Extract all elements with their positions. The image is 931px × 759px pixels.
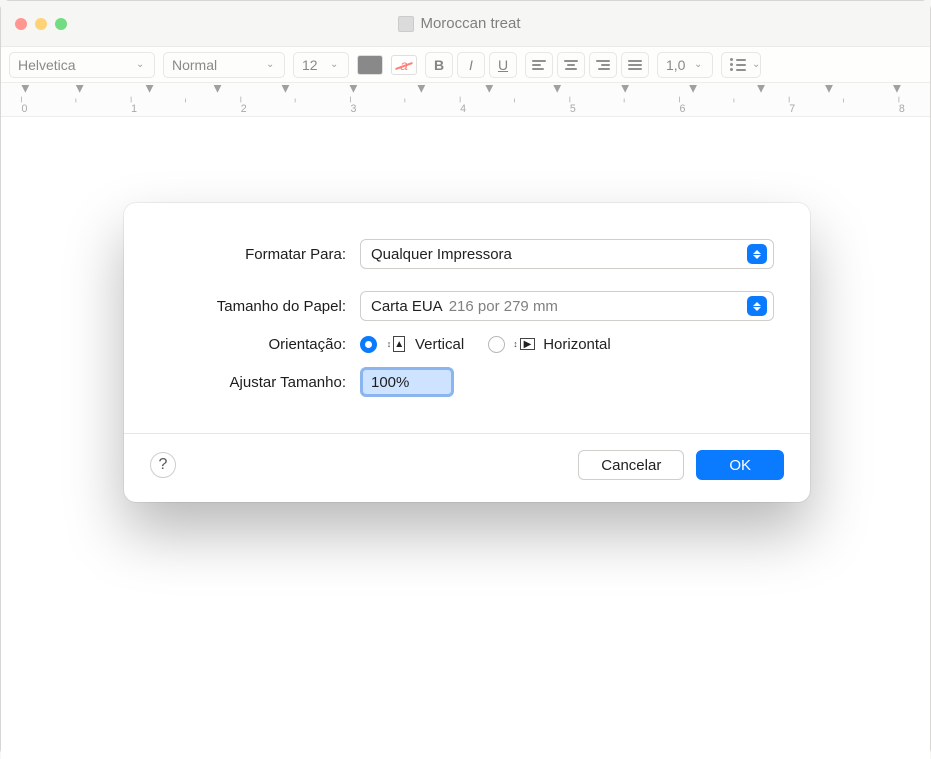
orientation-portrait-radio[interactable]: ↕▲ Vertical xyxy=(360,335,464,353)
horizontal-ruler[interactable]: 0 1 2 3 4 5 6 7 8 xyxy=(1,83,930,117)
chevron-updown-icon: ⌄ xyxy=(330,59,340,70)
svg-text:7: 7 xyxy=(789,103,795,115)
help-icon: ? xyxy=(159,456,168,474)
paper-size-label: Tamanho do Papel: xyxy=(160,298,360,315)
font-style-select[interactable]: Normal ⌄ xyxy=(163,52,285,78)
document-icon xyxy=(398,16,414,32)
alignment-group xyxy=(525,52,649,78)
underline-button[interactable]: U xyxy=(489,52,517,78)
chevron-updown-icon: ⌄ xyxy=(136,59,146,70)
radio-unchecked-icon xyxy=(488,336,505,353)
line-spacing-value: 1,0 xyxy=(666,57,685,73)
chevron-updown-icon: ⌄ xyxy=(752,59,760,70)
ok-button-label: OK xyxy=(729,457,751,474)
text-color-button[interactable] xyxy=(357,55,383,75)
paper-size-detail: 216 por 279 mm xyxy=(449,298,558,315)
orientation-landscape-radio[interactable]: ↕▶ Horizontal xyxy=(488,335,611,353)
list-style-select[interactable]: ⌄ xyxy=(721,52,761,78)
landscape-icon: ↕▶ xyxy=(513,335,535,353)
font-style-value: Normal xyxy=(172,57,217,73)
align-left-button[interactable] xyxy=(525,52,553,78)
svg-text:1: 1 xyxy=(131,103,137,115)
svg-text:4: 4 xyxy=(460,103,466,115)
portrait-icon: ↕▲ xyxy=(385,335,407,353)
titlebar: Moroccan treat xyxy=(1,1,930,47)
align-right-icon xyxy=(596,60,610,70)
scale-input[interactable] xyxy=(360,367,454,397)
align-center-button[interactable] xyxy=(557,52,585,78)
align-center-icon xyxy=(564,60,578,70)
svg-text:6: 6 xyxy=(680,103,686,115)
window-title: Moroccan treat xyxy=(420,15,520,32)
orientation-portrait-text: Vertical xyxy=(415,336,464,353)
popup-arrows-icon xyxy=(747,244,767,264)
font-family-select[interactable]: Helvetica ⌄ xyxy=(9,52,155,78)
line-spacing-select[interactable]: 1,0 ⌄ xyxy=(657,52,713,78)
chevron-updown-icon: ⌄ xyxy=(694,59,704,70)
bold-button[interactable]: B xyxy=(425,52,453,78)
svg-text:8: 8 xyxy=(899,103,905,115)
italic-button[interactable]: I xyxy=(457,52,485,78)
font-weight-group: B I U xyxy=(425,52,517,78)
bullet-list-icon xyxy=(730,58,746,71)
highlight-none-button[interactable] xyxy=(391,55,417,75)
orientation-label: Orientação: xyxy=(160,336,360,353)
cancel-button[interactable]: Cancelar xyxy=(578,450,684,480)
ok-button[interactable]: OK xyxy=(696,450,784,480)
format-for-popup[interactable]: Qualquer Impressora xyxy=(360,239,774,269)
format-for-value: Qualquer Impressora xyxy=(371,246,512,263)
font-size-value: 12 xyxy=(302,57,318,73)
svg-text:5: 5 xyxy=(570,103,576,115)
formatting-toolbar: Helvetica ⌄ Normal ⌄ 12 ⌄ B I U 1,0 ⌄ xyxy=(1,47,930,83)
title-area: Moroccan treat xyxy=(83,15,836,32)
minimize-window-button[interactable] xyxy=(35,18,47,30)
radio-checked-icon xyxy=(360,336,377,353)
paper-size-popup[interactable]: Carta EUA 216 por 279 mm xyxy=(360,291,774,321)
close-window-button[interactable] xyxy=(15,18,27,30)
chevron-updown-icon: ⌄ xyxy=(266,59,276,70)
align-right-button[interactable] xyxy=(589,52,617,78)
svg-text:0: 0 xyxy=(21,103,27,115)
zoom-window-button[interactable] xyxy=(55,18,67,30)
align-left-icon xyxy=(532,60,546,70)
format-for-label: Formatar Para: xyxy=(160,246,360,263)
orientation-landscape-text: Horizontal xyxy=(543,336,611,353)
page-setup-dialog: Formatar Para: Qualquer Impressora Taman… xyxy=(124,203,810,502)
popup-arrows-icon xyxy=(747,296,767,316)
align-justify-button[interactable] xyxy=(621,52,649,78)
align-justify-icon xyxy=(628,60,642,70)
paper-size-value: Carta EUA xyxy=(371,298,443,315)
svg-text:3: 3 xyxy=(350,103,356,115)
font-size-select[interactable]: 12 ⌄ xyxy=(293,52,349,78)
help-button[interactable]: ? xyxy=(150,452,176,478)
font-family-value: Helvetica xyxy=(18,57,76,73)
window-controls xyxy=(15,18,67,30)
cancel-button-label: Cancelar xyxy=(601,457,661,474)
scale-label: Ajustar Tamanho: xyxy=(160,374,360,391)
svg-text:2: 2 xyxy=(241,103,247,115)
